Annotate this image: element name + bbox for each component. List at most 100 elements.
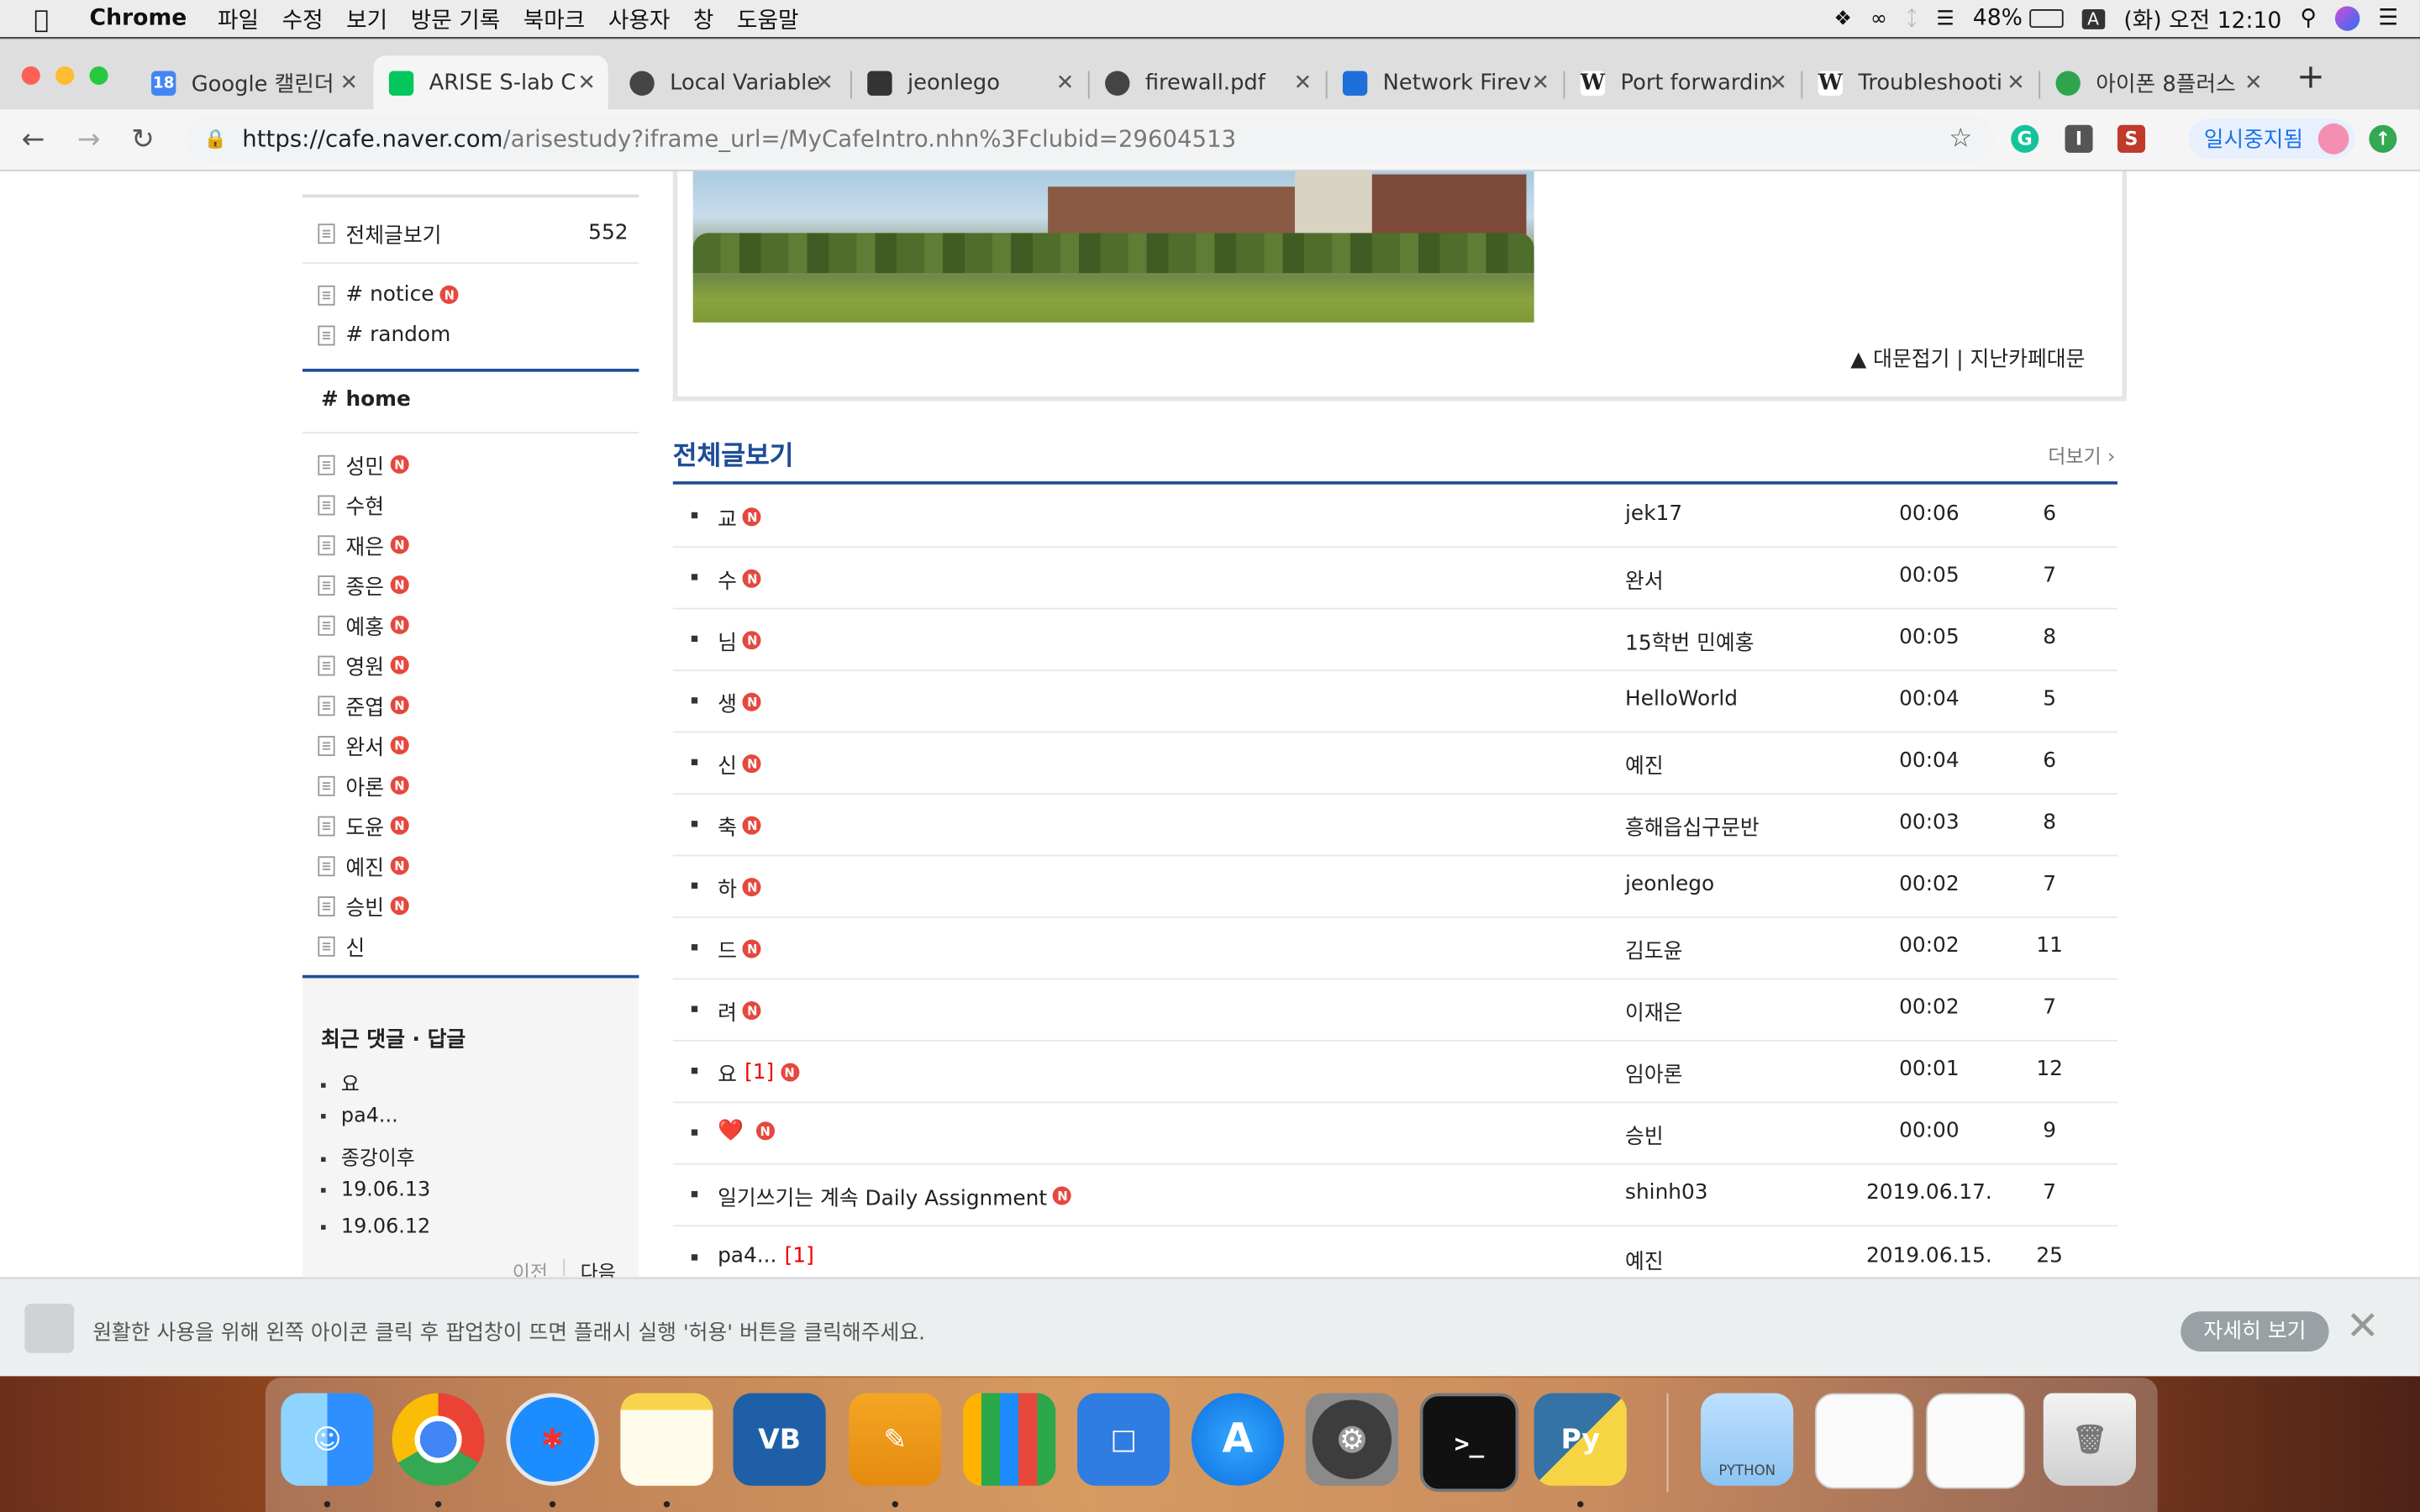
menu-history[interactable]: 방문 기록 [411, 3, 500, 35]
address-url[interactable]: https://cafe.naver.com/arisestudy?iframe… [242, 125, 1236, 153]
notes-icon[interactable] [620, 1393, 713, 1486]
input-source-icon[interactable]: A [2081, 8, 2106, 29]
close-tab-icon[interactable]: ✕ [1056, 71, 1075, 95]
dropbox-icon[interactable]: ❖ [1834, 7, 1852, 30]
sidebar-item-member[interactable]: 영원 N [318, 649, 409, 680]
keynote-icon[interactable]: □ [1077, 1393, 1171, 1486]
post-row[interactable]: 드 N 김도윤 00:02 11 [672, 916, 2118, 980]
document-thumbnail-icon[interactable] [1926, 1393, 2025, 1489]
battery-percent[interactable]: 48% [1973, 6, 2023, 30]
python-launcher-icon[interactable]: Py [1534, 1393, 1627, 1486]
menubar-clock[interactable]: (화) 오전 12:10 [2123, 3, 2281, 35]
post-title[interactable]: 려 [718, 995, 737, 1026]
tab-port-forwarding[interactable]: W Port forwardin ✕ [1565, 55, 1799, 111]
post-author[interactable]: shinh03 [1625, 1180, 1708, 1205]
menubar-app-name[interactable]: Chrome [90, 6, 187, 30]
minimize-window-button[interactable] [55, 66, 75, 86]
notification-center-icon[interactable]: ☰ [2378, 6, 2398, 30]
menu-bookmarks[interactable]: 북마크 [523, 3, 586, 35]
post-author[interactable]: 15학번 민예홍 [1625, 625, 1754, 655]
trash-icon[interactable]: 🗑 [2043, 1393, 2136, 1486]
new-tab-icon[interactable]: + [2296, 59, 2325, 97]
post-title[interactable]: 축 [718, 810, 737, 841]
post-title[interactable]: 신 [718, 748, 737, 779]
post-author[interactable]: 흥해읍십구문반 [1625, 810, 1760, 841]
post-row[interactable]: 수 N 완서 00:05 7 [672, 546, 2118, 610]
forward-icon[interactable]: → [77, 123, 101, 156]
recent-comment-item[interactable]: 19.06.12 [321, 1215, 430, 1239]
post-row[interactable]: pa4... [1] 예진 2019.06.15. 25 [673, 1226, 2118, 1278]
close-tab-icon[interactable]: ✕ [1769, 71, 1787, 95]
sidebar-item-member[interactable]: 재은 N [318, 529, 409, 560]
all-posts-heading[interactable]: 전체글보기 [673, 433, 794, 472]
post-author[interactable]: 이재은 [1625, 995, 1682, 1026]
post-title[interactable]: pa4... [718, 1243, 776, 1268]
close-tab-icon[interactable]: ✕ [577, 71, 596, 95]
post-row[interactable]: 축 N 흥해읍십구문반 00:03 8 [672, 793, 2118, 857]
python-folder-icon[interactable]: PYTHON [1701, 1393, 1794, 1486]
post-row[interactable]: 려 N 이재은 00:02 7 [672, 978, 2118, 1042]
sidebar-item-member[interactable]: 완서 N [318, 730, 409, 760]
detail-button[interactable]: 자세히 보기 [2181, 1311, 2329, 1352]
tab-troubleshooting[interactable]: W Troubleshooti ✕ [1802, 55, 2037, 111]
close-tab-icon[interactable]: ✕ [2007, 71, 2025, 95]
sync-paused-button[interactable]: 일시중지됨 [2188, 118, 2356, 160]
chrome-icon[interactable] [392, 1393, 485, 1486]
siri-icon[interactable] [2334, 6, 2360, 31]
back-icon[interactable]: ← [22, 123, 45, 156]
close-tab-icon[interactable]: ✕ [815, 71, 834, 95]
tab-google-calendar[interactable]: 18 Google 캘린더 ✕ [136, 55, 371, 111]
tab-jeonlego[interactable]: jeonlego ✕ [852, 55, 1086, 111]
safari-icon[interactable]: ✱ [506, 1393, 599, 1486]
menu-help[interactable]: 도움말 [737, 3, 799, 35]
sidebar-item-random[interactable]: # random [318, 323, 450, 347]
post-author[interactable]: 예진 [1625, 748, 1664, 779]
prev-page-link[interactable]: 이전 [513, 1256, 548, 1278]
post-author[interactable]: HelloWorld [1625, 686, 1738, 711]
recent-comment-item[interactable]: 종강이후 [321, 1142, 415, 1171]
more-link[interactable]: 더보기 › [2048, 439, 2115, 469]
sidebar-item-member[interactable]: 신 [318, 931, 365, 961]
document-thumbnail-icon[interactable] [1814, 1393, 1914, 1489]
post-author[interactable]: 완서 [1625, 563, 1664, 594]
recent-comment-item[interactable]: pa4... [321, 1105, 398, 1128]
tab-network-firewall[interactable]: Network Firev ✕ [1328, 55, 1562, 111]
post-row[interactable]: 신 N 예진 00:04 6 [672, 732, 2118, 795]
post-title[interactable]: 드 [718, 933, 737, 964]
post-row[interactable]: 요 [1] N 임아론 00:01 12 [672, 1040, 2118, 1104]
lock-icon[interactable]: 🔒 [203, 128, 226, 150]
post-author[interactable]: 예진 [1625, 1243, 1664, 1274]
sidebar-item-member[interactable]: 성민 N [318, 449, 409, 480]
close-icon[interactable]: ✕ [2346, 1304, 2380, 1350]
grammarly-extension-icon[interactable]: G [2011, 124, 2039, 153]
next-page-link[interactable]: 다음 [581, 1256, 616, 1278]
extension-i-icon[interactable]: I [2065, 124, 2093, 153]
close-window-button[interactable] [21, 66, 40, 86]
sidebar-item-member[interactable]: 준엽 N [318, 690, 409, 721]
banner-links[interactable]: ▲ 대문접기 | 지난카페대문 [1850, 341, 2085, 371]
wifi-icon[interactable]: ☰ [1936, 7, 1954, 30]
spotlight-icon[interactable]: ⚲ [2300, 6, 2317, 30]
post-author[interactable]: 김도윤 [1625, 933, 1682, 964]
sidebar-item-member[interactable]: 아론 N [318, 770, 409, 801]
tab-firewall-pdf[interactable]: firewall.pdf ✕ [1090, 55, 1324, 111]
tab-local-variable[interactable]: Local Variable ✕ [614, 55, 846, 111]
reload-icon[interactable]: ↻ [131, 123, 155, 156]
post-author[interactable]: 승빈 [1625, 1119, 1664, 1149]
pages-icon[interactable]: ✎ [849, 1393, 942, 1486]
tab-arise-slab[interactable]: ARISE S-lab C ✕ [373, 55, 608, 112]
apple-icon[interactable]:  [34, 4, 61, 34]
finder-icon[interactable]: ☺ [281, 1393, 374, 1486]
close-tab-icon[interactable]: ✕ [340, 71, 359, 95]
sidebar-item-member[interactable]: 예홍 N [318, 609, 409, 640]
post-title[interactable]: 님 [718, 625, 737, 655]
close-tab-icon[interactable]: ✕ [1294, 71, 1313, 95]
sidebar-item-notice[interactable]: # notice N [318, 282, 459, 307]
virtualbox-icon[interactable]: VB [733, 1393, 826, 1486]
system-preferences-icon[interactable]: ⚙ [1305, 1393, 1399, 1486]
comment-count[interactable]: [1] [744, 1060, 774, 1084]
post-author[interactable]: 임아론 [1625, 1057, 1682, 1087]
address-bar[interactable]: 🔒 https://cafe.naver.com/arisestudy?ifra… [185, 115, 1995, 162]
post-title[interactable]: 교 [718, 501, 737, 532]
bookmark-star-icon[interactable]: ☆ [1949, 123, 1972, 155]
